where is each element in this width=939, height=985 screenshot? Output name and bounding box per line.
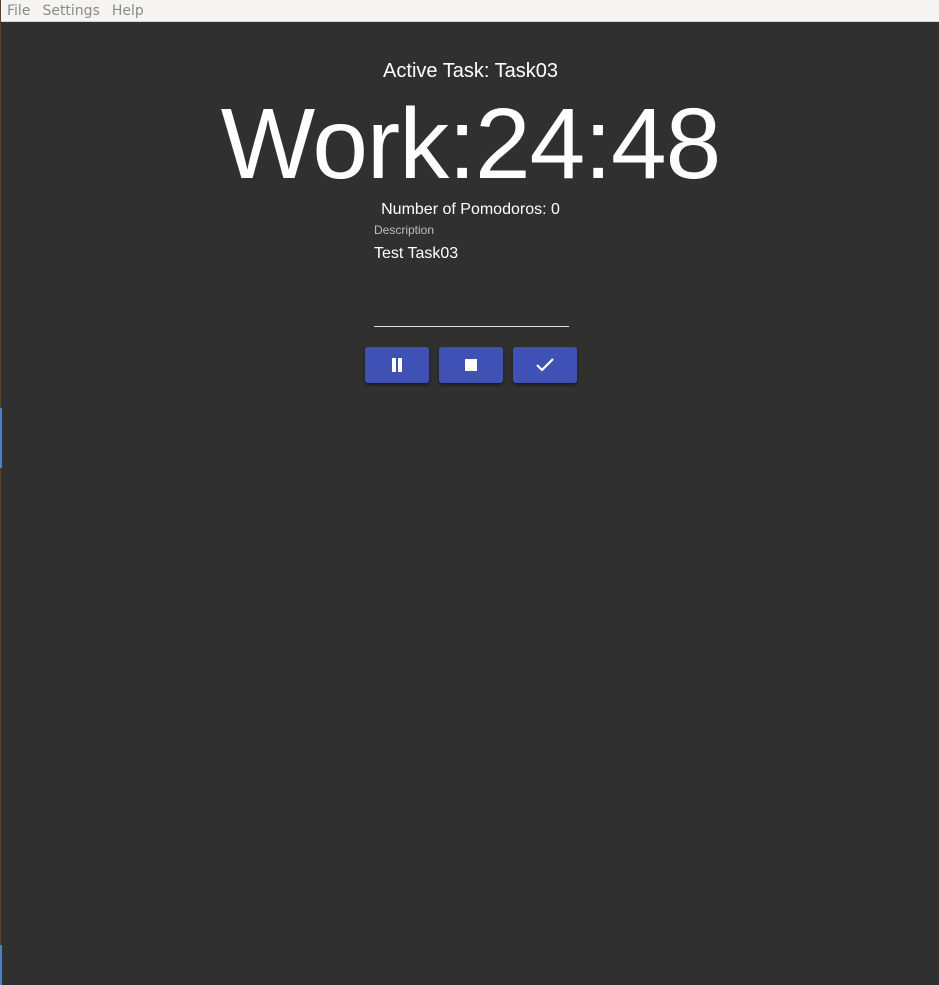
- timer-display: Work:24:48: [220, 88, 722, 200]
- menu-file[interactable]: File: [7, 0, 30, 22]
- stop-icon: [465, 359, 477, 371]
- menu-help[interactable]: Help: [112, 0, 144, 22]
- window-edge-accent: [0, 408, 2, 468]
- timer-controls: [365, 347, 577, 383]
- pause-icon: [390, 358, 404, 372]
- menubar: File Settings Help: [1, 0, 939, 22]
- menu-settings[interactable]: Settings: [42, 0, 99, 22]
- pause-button[interactable]: [365, 347, 429, 383]
- pomodoro-count: Number of Pomodoros: 0: [381, 201, 560, 218]
- window-edge-accent: [0, 945, 2, 985]
- app-window: File Settings Help Active Task: Task03 W…: [0, 0, 939, 985]
- active-task-label: Active Task: Task03: [383, 60, 558, 82]
- description-label: Description: [374, 223, 435, 237]
- check-icon: [535, 357, 555, 373]
- complete-button[interactable]: [513, 347, 577, 383]
- stop-button[interactable]: [439, 347, 503, 383]
- description-field[interactable]: Test Task03: [374, 243, 569, 327]
